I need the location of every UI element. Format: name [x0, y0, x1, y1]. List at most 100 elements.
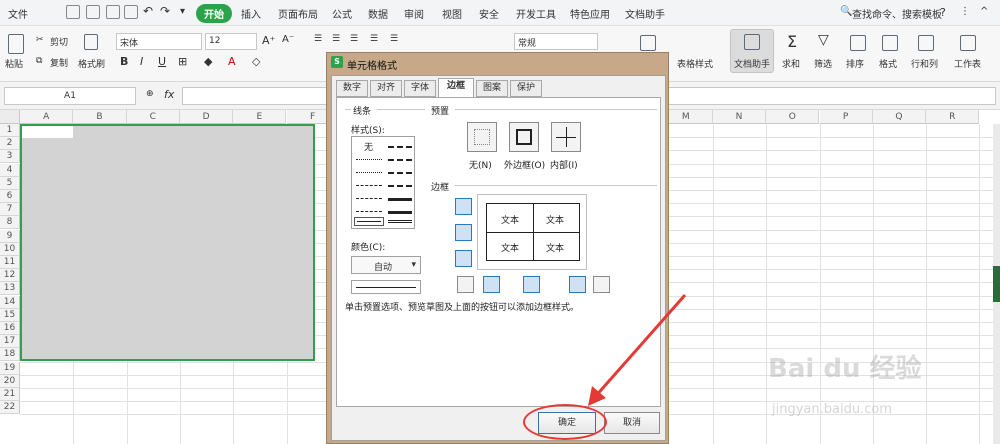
selected-range[interactable] — [20, 124, 315, 361]
indent-icon[interactable]: ☰ — [370, 34, 378, 44]
row-header[interactable]: 5 — [0, 176, 20, 190]
preset-outline-button[interactable] — [509, 122, 539, 152]
row-header[interactable]: 6 — [0, 190, 20, 203]
font-size-select[interactable]: 12 — [205, 33, 257, 50]
tab-home[interactable]: 开始 — [196, 4, 232, 23]
column-header[interactable]: D — [179, 110, 234, 124]
line-style-none[interactable]: 无 — [364, 140, 373, 153]
line-style-selected[interactable] — [354, 217, 384, 226]
outdent-icon[interactable]: ☰ — [390, 34, 398, 44]
tab-security[interactable]: 安全 — [479, 6, 499, 21]
clear-icon[interactable]: ◇ — [252, 55, 260, 68]
name-box[interactable]: A1 — [4, 87, 136, 105]
copy-button[interactable]: 复制 — [50, 56, 68, 69]
tab-number[interactable]: 数字 — [336, 80, 368, 97]
row-header[interactable]: 22 — [0, 401, 20, 415]
tab-view[interactable]: 视图 — [442, 6, 462, 21]
preset-inside-button[interactable] — [551, 122, 581, 152]
cut-button[interactable]: 剪切 — [50, 35, 68, 48]
filter-icon[interactable]: ▽ — [818, 32, 829, 48]
font-color-icon[interactable]: A — [228, 55, 236, 68]
font-family-select[interactable]: 宋体 — [116, 33, 202, 50]
row-header[interactable]: 2 — [0, 137, 20, 151]
zoom-icon[interactable]: ⊕ — [146, 89, 154, 99]
table-style-icon[interactable] — [640, 35, 656, 51]
column-header[interactable]: N — [712, 110, 767, 124]
row-col-icon[interactable] — [918, 35, 934, 51]
border-middle-button[interactable] — [455, 224, 472, 241]
align-bottom-icon[interactable]: ☰ — [350, 34, 358, 44]
command-search[interactable]: 查找命令、搜索模板 — [852, 6, 942, 21]
row-header[interactable]: 12 — [0, 269, 20, 283]
bold-button[interactable]: B — [120, 55, 128, 68]
column-header[interactable]: R — [926, 110, 980, 124]
fill-color-icon[interactable]: ◆ — [204, 55, 212, 68]
format-painter-icon[interactable] — [84, 34, 98, 50]
tab-protection[interactable]: 保护 — [510, 80, 542, 97]
format-button[interactable]: 格式 — [879, 57, 897, 70]
row-header[interactable]: 13 — [0, 282, 20, 296]
format-icon[interactable] — [882, 35, 898, 51]
row-header[interactable]: 1 — [0, 124, 20, 137]
column-header[interactable]: O — [766, 110, 820, 124]
sum-button[interactable]: 求和 — [782, 57, 800, 70]
line-style-option[interactable] — [356, 159, 382, 160]
line-style-option[interactable] — [356, 198, 382, 199]
row-header[interactable]: 11 — [0, 256, 20, 269]
font-shrink-icon[interactable]: A⁻ — [282, 34, 294, 45]
worksheet-button[interactable]: 工作表 — [954, 57, 981, 70]
row-header[interactable]: 19 — [0, 361, 20, 375]
menu-file[interactable]: 文件 — [8, 6, 28, 21]
column-header[interactable]: C — [126, 110, 180, 124]
cut-icon[interactable]: ✂ — [36, 35, 44, 45]
number-format-select[interactable]: 常规 — [514, 33, 598, 50]
font-grow-icon[interactable]: A⁺ — [262, 34, 275, 47]
column-header[interactable]: E — [233, 110, 287, 124]
column-header[interactable]: A — [20, 110, 74, 124]
tab-pattern[interactable]: 图案 — [476, 80, 508, 97]
side-panel-handle[interactable] — [993, 266, 1000, 302]
line-style-option[interactable] — [388, 185, 412, 187]
tab-review[interactable]: 审阅 — [404, 6, 424, 21]
redo-icon[interactable]: ↷ — [160, 4, 170, 18]
print-icon[interactable] — [86, 5, 100, 19]
border-top-button[interactable] — [455, 198, 472, 215]
export-pdf-icon[interactable] — [124, 5, 138, 19]
border-bottom-button[interactable] — [455, 250, 472, 267]
sort-button[interactable]: 排序 — [846, 57, 864, 70]
row-col-button[interactable]: 行和列 — [911, 57, 938, 70]
color-select[interactable]: 自动 ▾ — [351, 256, 421, 274]
format-painter-button[interactable]: 格式刷 — [78, 57, 105, 70]
row-header[interactable]: 15 — [0, 308, 20, 322]
line-style-option[interactable] — [388, 211, 412, 214]
row-header[interactable]: 3 — [0, 150, 20, 164]
tab-page-layout[interactable]: 页面布局 — [278, 6, 318, 21]
save-icon[interactable] — [66, 5, 80, 19]
paste-label[interactable]: 粘贴 — [5, 57, 23, 70]
print-preview-icon[interactable] — [106, 5, 120, 19]
tab-alignment[interactable]: 对齐 — [370, 80, 402, 97]
sort-icon[interactable] — [850, 35, 866, 51]
row-header[interactable]: 8 — [0, 216, 20, 230]
table-style-button[interactable]: 表格样式 — [677, 57, 713, 70]
line-style-option[interactable] — [356, 211, 382, 212]
border-diagonal-up-button[interactable] — [457, 276, 474, 293]
cancel-button[interactable]: 取消 — [604, 412, 660, 434]
row-header[interactable]: 17 — [0, 335, 20, 349]
help-icon[interactable]: ? — [940, 6, 946, 19]
copy-icon[interactable]: ⧉ — [36, 56, 42, 66]
row-header[interactable]: 16 — [0, 322, 20, 335]
row-header[interactable]: 18 — [0, 348, 20, 362]
select-all-corner[interactable] — [0, 110, 20, 124]
row-header[interactable]: 9 — [0, 229, 20, 243]
tab-developer[interactable]: 开发工具 — [516, 6, 556, 21]
preset-none-button[interactable] — [467, 122, 497, 152]
row-header[interactable]: 10 — [0, 242, 20, 256]
row-header[interactable]: 4 — [0, 163, 20, 177]
paste-icon[interactable] — [8, 34, 24, 54]
column-header[interactable]: B — [73, 110, 127, 124]
more-icon[interactable]: ⋮ — [960, 6, 970, 17]
line-style-option[interactable] — [388, 146, 412, 148]
italic-button[interactable]: I — [140, 55, 143, 68]
tab-border[interactable]: 边框 — [438, 78, 474, 98]
